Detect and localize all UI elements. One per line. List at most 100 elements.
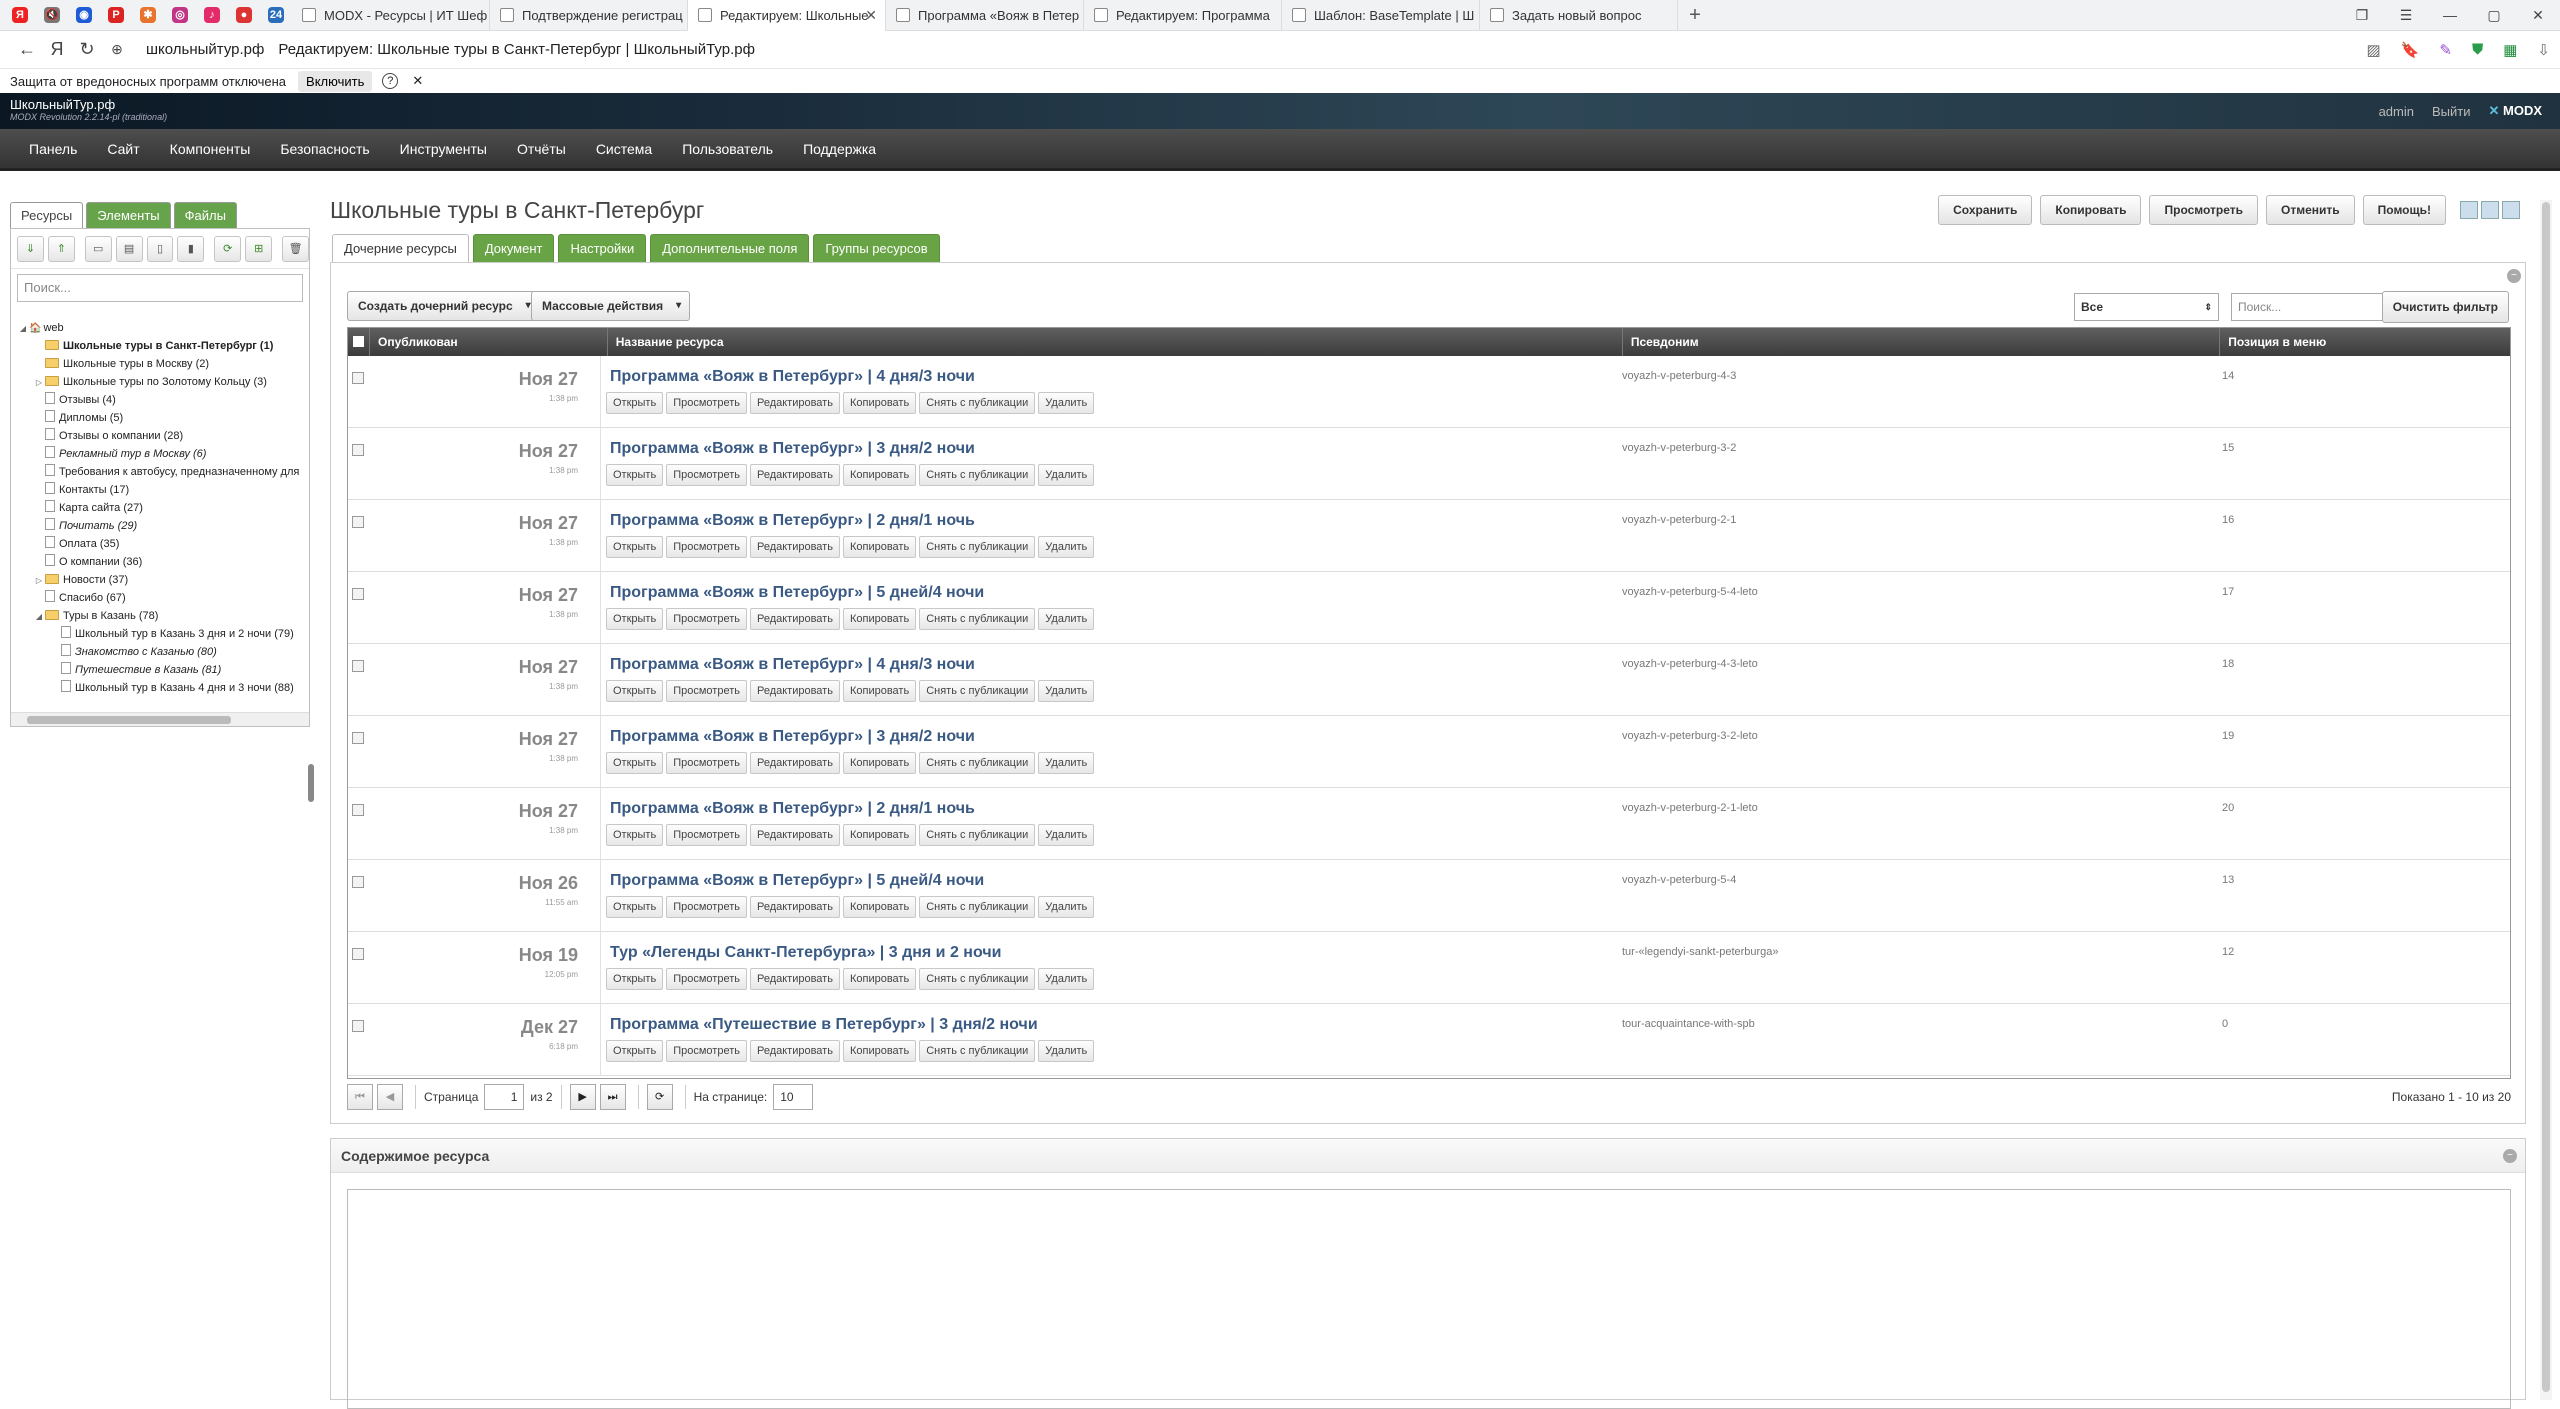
resource-name-link[interactable]: Программа «Вояж в Петербург» | 3 дня/2 н…	[610, 728, 975, 746]
downloads-icon[interactable]: ⇩	[2537, 41, 2550, 59]
row-action-button[interactable]: Открыть	[606, 392, 664, 414]
resource-name-link[interactable]: Программа «Путешествие в Петербург» | 3 …	[610, 1016, 1038, 1034]
row-action-button[interactable]: Редактировать	[749, 680, 840, 702]
tree-node[interactable]: ▷ Новости (37)	[11, 571, 309, 589]
tree-node[interactable]: Отзывы о компании (28)	[11, 427, 309, 445]
first-page-icon[interactable]: ⏮	[347, 1084, 373, 1110]
row-action-button[interactable]: Просмотреть	[666, 896, 747, 918]
top-menu-item[interactable]: Инструменты	[385, 128, 502, 170]
row-action-button[interactable]: Открыть	[606, 824, 664, 846]
row-action-button[interactable]: Просмотреть	[666, 608, 747, 630]
layout-center-icon[interactable]	[2481, 201, 2499, 219]
tree-search-input[interactable]: Поиск...	[17, 274, 303, 302]
row-action-button[interactable]: Снять с публикации	[919, 752, 1036, 774]
row-checkbox[interactable]	[352, 588, 364, 600]
row-action-button[interactable]: Удалить	[1038, 968, 1095, 990]
browser-tab[interactable]: Программа «Вояж в Петер	[886, 0, 1084, 31]
action-button[interactable]: Помощь!	[2362, 195, 2446, 225]
row-action-button[interactable]: Просмотреть	[666, 464, 747, 486]
row-action-button[interactable]: Удалить	[1038, 752, 1095, 774]
row-action-button[interactable]: Редактировать	[749, 752, 840, 774]
row-action-button[interactable]: Удалить	[1038, 608, 1095, 630]
row-action-button[interactable]: Копировать	[842, 392, 917, 414]
top-menu-item[interactable]: Отчёты	[502, 128, 581, 170]
top-menu-item[interactable]: Сайт	[92, 128, 154, 170]
row-action-button[interactable]: Снять с публикации	[919, 536, 1036, 558]
tree-node[interactable]: Дипломы (5)	[11, 409, 309, 427]
new-folder-icon[interactable]: ▭	[84, 235, 112, 262]
trash-icon[interactable]: 🗑	[282, 235, 310, 262]
row-action-button[interactable]: Открыть	[606, 752, 664, 774]
tree-node[interactable]: ◢ Туры в Казань (78)	[11, 607, 309, 625]
row-action-button[interactable]: Копировать	[842, 536, 917, 558]
tree-node[interactable]: Знакомство с Казанью (80)	[11, 643, 309, 661]
tree-node[interactable]: Спасибо (67)	[11, 589, 309, 607]
layout-left-icon[interactable]	[2460, 201, 2478, 219]
row-checkbox[interactable]	[352, 660, 364, 672]
row-checkbox[interactable]	[352, 372, 364, 384]
row-action-button[interactable]: Редактировать	[749, 1040, 840, 1062]
row-action-button[interactable]: Снять с публикации	[919, 968, 1036, 990]
row-action-button[interactable]: Открыть	[606, 536, 664, 558]
row-action-button[interactable]: Открыть	[606, 464, 664, 486]
pinned-tab[interactable]: 🔇	[36, 0, 68, 31]
tree-node[interactable]: О компании (36)	[11, 553, 309, 571]
close-tab-icon[interactable]: ✕	[865, 7, 877, 24]
sort-icon[interactable]: ⊞	[245, 235, 273, 262]
tree-node[interactable]: Школьные туры в Москву (2)	[11, 355, 309, 373]
tree-arrow-icon[interactable]: ◢	[33, 608, 45, 625]
site-name[interactable]: ШкольныйТур.рф	[10, 97, 115, 112]
pinned-tab[interactable]: ◉	[68, 0, 100, 31]
sidebar-tab[interactable]: Файлы	[173, 202, 237, 228]
collapse-all-icon[interactable]: ⇑	[47, 235, 75, 262]
row-checkbox[interactable]	[352, 948, 364, 960]
page-vertical-scrollbar[interactable]	[2540, 200, 2552, 1400]
clear-filter-button[interactable]: Очистить фильтр	[2381, 291, 2509, 323]
user-link[interactable]: admin	[2379, 104, 2414, 119]
row-action-button[interactable]: Снять с публикации	[919, 824, 1036, 846]
logout-link[interactable]: Выйти	[2432, 104, 2471, 119]
pinned-tab[interactable]: 24	[260, 0, 292, 31]
row-action-button[interactable]: Удалить	[1038, 536, 1095, 558]
col-name[interactable]: Название ресурса	[608, 328, 1623, 356]
next-page-icon[interactable]: ▶	[569, 1084, 596, 1110]
create-child-button[interactable]: Создать дочерний ресурс	[347, 291, 540, 321]
expand-all-icon[interactable]: ⇓	[17, 235, 44, 262]
document-tab[interactable]: Дочерние ресурсы	[332, 234, 469, 262]
browser-tab[interactable]: Задать новый вопрос	[1480, 0, 1678, 31]
row-action-button[interactable]: Редактировать	[749, 536, 840, 558]
row-action-button[interactable]: Открыть	[606, 1040, 664, 1062]
sidebar-tab[interactable]: Элементы	[86, 202, 171, 228]
bulk-actions-button[interactable]: Массовые действия	[531, 291, 691, 321]
last-page-icon[interactable]: ⏭	[599, 1084, 626, 1110]
row-checkbox[interactable]	[352, 804, 364, 816]
scrollbar-thumb[interactable]	[2542, 202, 2550, 1392]
close-icon[interactable]: ✕	[412, 73, 423, 89]
prev-page-icon[interactable]: ◀	[377, 1084, 403, 1110]
select-all-checkbox[interactable]	[348, 328, 370, 356]
browser-tab[interactable]: Редактируем: Программа	[1084, 0, 1282, 31]
back-arrow-icon[interactable]: ←	[12, 39, 42, 60]
tree-node[interactable]: Школьный тур в Казань 4 дня и 3 ночи (88…	[11, 679, 309, 697]
row-checkbox[interactable]	[352, 516, 364, 528]
pinned-tab[interactable]: Я	[4, 0, 36, 31]
resource-name-link[interactable]: Программа «Вояж в Петербург» | 4 дня/3 н…	[610, 656, 975, 674]
tree-arrow-icon[interactable]: ▷	[33, 374, 45, 391]
action-button[interactable]: Отменить	[2266, 195, 2355, 225]
url-field[interactable]: школьныйтур.рф	[146, 41, 264, 58]
help-icon[interactable]: ?	[382, 73, 399, 89]
pinned-tab[interactable]: P	[100, 0, 132, 31]
pen-icon[interactable]: ✎	[2439, 41, 2452, 59]
top-menu-item[interactable]: Компоненты	[155, 128, 266, 170]
sidebar-collapse-handle[interactable]	[308, 764, 314, 802]
resource-name-link[interactable]: Программа «Вояж в Петербург» | 5 дней/4 …	[610, 584, 984, 602]
row-action-button[interactable]: Редактировать	[749, 824, 840, 846]
action-button[interactable]: Копировать	[2040, 195, 2142, 225]
refresh-grid-icon[interactable]: ⟳	[646, 1084, 673, 1110]
tree-node[interactable]: ▷ Школьные туры по Золотому Кольцу (3)	[11, 373, 309, 391]
row-action-button[interactable]: Удалить	[1038, 896, 1095, 918]
row-action-button[interactable]: Просмотреть	[666, 392, 747, 414]
refresh-icon[interactable]: ⟳	[214, 235, 242, 262]
document-tab[interactable]: Дополнительные поля	[650, 234, 810, 262]
close-window-button[interactable]: ✕	[2516, 0, 2560, 31]
